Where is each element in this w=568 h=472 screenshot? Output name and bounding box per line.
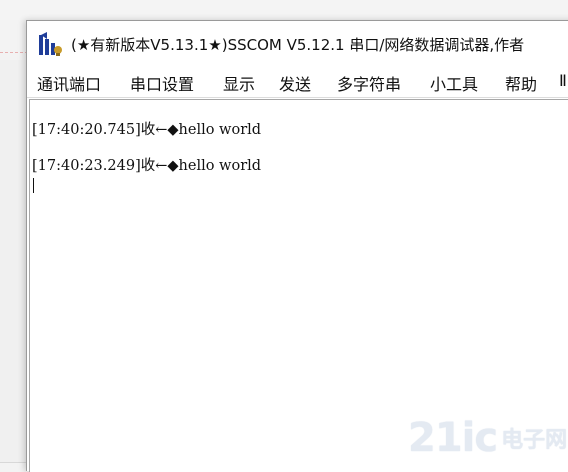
- sscom-window: (★有新版本V5.13.1★)SSCOM V5.12.1 串口/网络数据调试器,…: [26, 20, 568, 472]
- menu-serial-settings[interactable]: 串口设置: [130, 71, 194, 95]
- menu-tools[interactable]: 小工具: [430, 71, 478, 95]
- menu-display[interactable]: 显示: [223, 71, 255, 95]
- desktop-backdrop: [0, 0, 568, 20]
- receive-line: [17:40:20.745]收←◆hello world: [32, 122, 262, 138]
- receive-line: [17:40:23.249]收←◆hello world: [32, 158, 262, 174]
- menu-multi-string[interactable]: 多字符串: [337, 71, 401, 95]
- title-bar[interactable]: (★有新版本V5.13.1★)SSCOM V5.12.1 串口/网络数据调试器,…: [27, 21, 568, 65]
- receive-area[interactable]: [17:40:20.745]收←◆hello world [17:40:23.2…: [29, 99, 568, 472]
- menu-bar: 通讯端口 串口设置 显示 发送 多字符串 小工具 帮助 Ⅱ: [27, 65, 568, 98]
- menu-overflow[interactable]: Ⅱ: [559, 71, 567, 90]
- window-title: (★有新版本V5.13.1★)SSCOM V5.12.1 串口/网络数据调试器,…: [71, 36, 525, 54]
- sscom-app-icon[interactable]: [37, 31, 63, 57]
- menu-send[interactable]: 发送: [279, 71, 311, 95]
- background-window-edge: [0, 60, 26, 463]
- menu-help[interactable]: 帮助: [505, 71, 537, 95]
- menu-comm-port[interactable]: 通讯端口: [37, 71, 101, 95]
- text-caret: [33, 178, 34, 193]
